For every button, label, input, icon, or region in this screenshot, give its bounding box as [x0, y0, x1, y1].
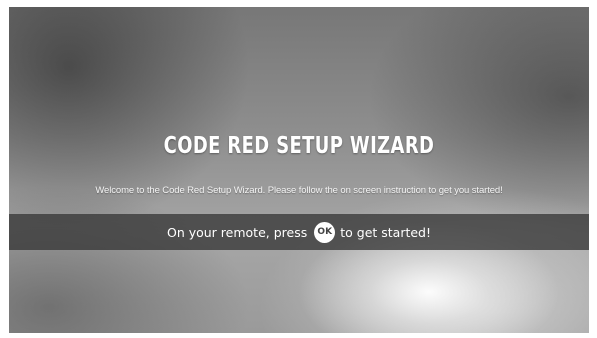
- wizard-title: CODE RED SETUP WIZARD: [163, 133, 435, 159]
- instruction-text-before: On your remote, press: [166, 224, 308, 240]
- tv-frame: CODE RED SETUP WIZARD Welcome to the Cod…: [0, 0, 597, 338]
- setup-wizard-screen: CODE RED SETUP WIZARD Welcome to the Cod…: [9, 7, 589, 333]
- ok-button-icon[interactable]: OK: [314, 221, 336, 243]
- instruction-banner: On your remote, press OK to get started!: [9, 214, 589, 250]
- instruction-text-after: to get started!: [340, 224, 432, 240]
- welcome-message: Welcome to the Code Red Setup Wizard. Pl…: [95, 185, 503, 196]
- ok-label: OK: [317, 227, 333, 237]
